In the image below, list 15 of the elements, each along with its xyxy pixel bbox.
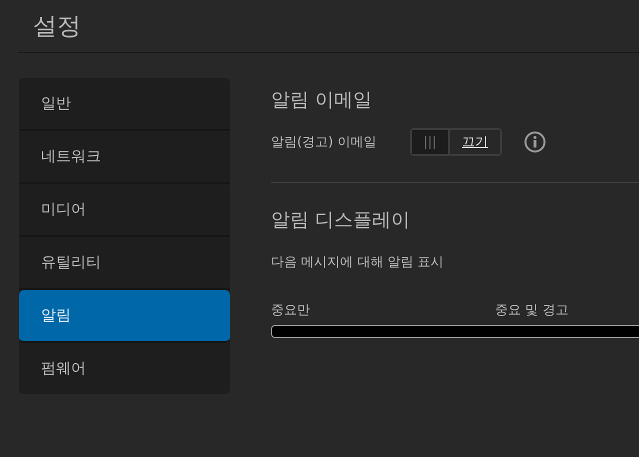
section-title: 알림 디스플레이 [271, 208, 412, 233]
sidebar-item[interactable]: 펌웨어 [19, 343, 230, 394]
section-title: 알림 이메일 [271, 88, 374, 113]
scale-label: 중요만 [271, 302, 311, 319]
scale-label: 중요 및 경고 [495, 302, 568, 319]
toggle-option[interactable]: 끄기 [448, 130, 500, 154]
slider-track[interactable] [271, 325, 639, 338]
sidebar-item[interactable]: 일반 [19, 78, 230, 131]
setting-label: 알림(경고) 이메일 [271, 134, 378, 151]
info-icon[interactable] [524, 131, 546, 153]
description-text: 다음 메시지에 대해 알림 표시 [271, 254, 445, 271]
page-title: 설정 [32, 11, 81, 42]
sidebar-item[interactable]: 미디어 [19, 184, 230, 237]
sidebar-item[interactable]: 네트워크 [19, 131, 230, 184]
sidebar-item[interactable]: 알림 [19, 290, 230, 343]
